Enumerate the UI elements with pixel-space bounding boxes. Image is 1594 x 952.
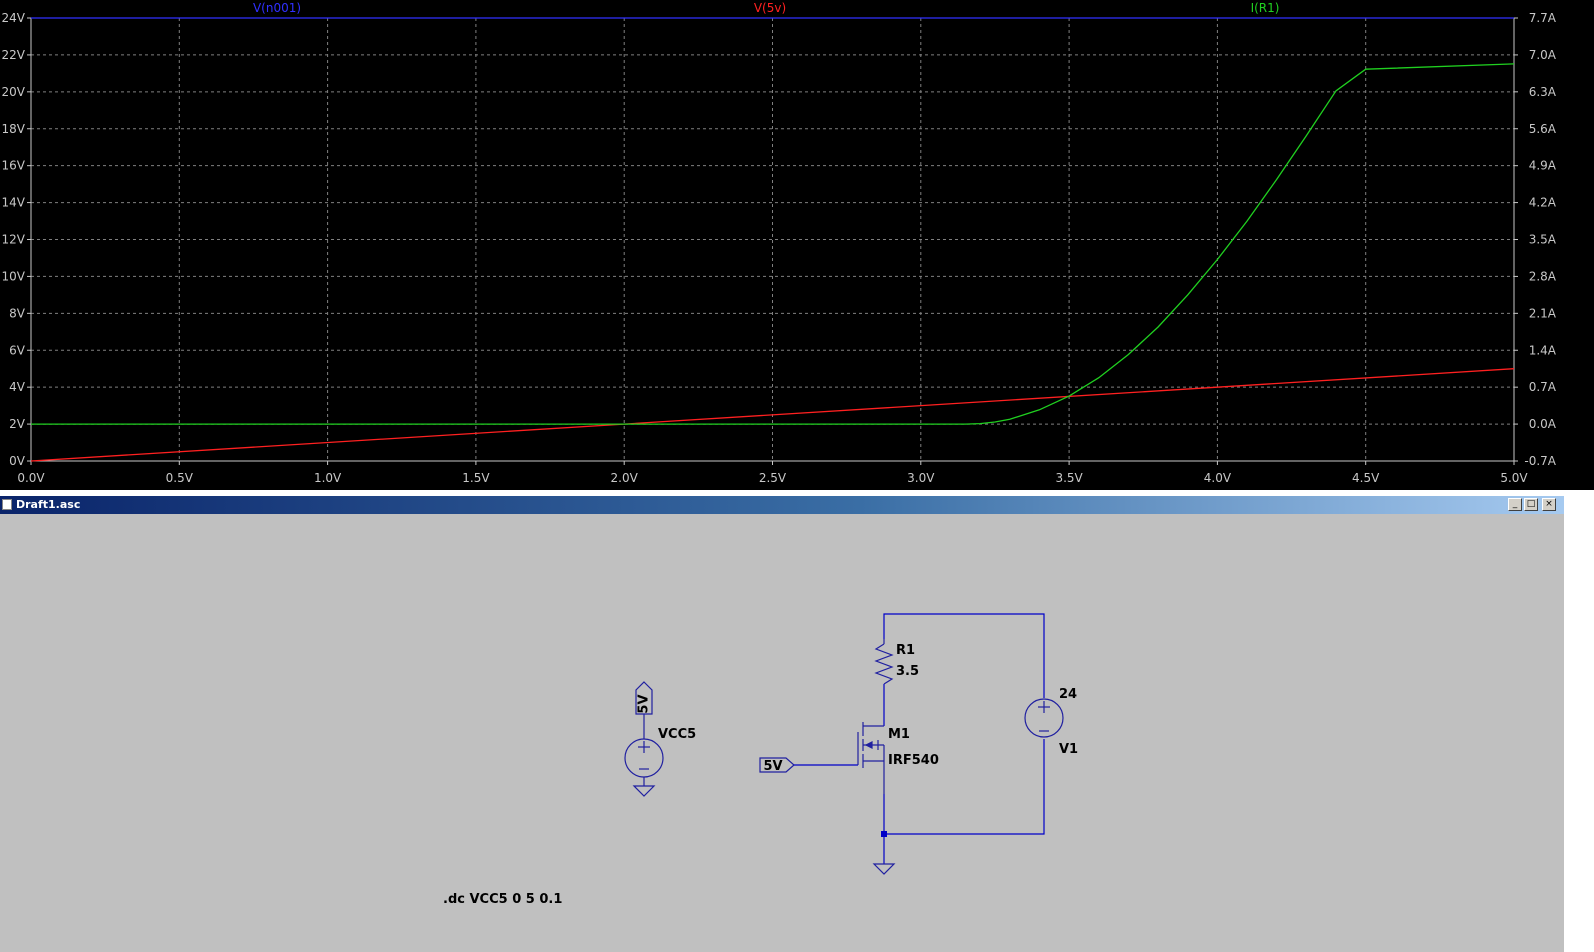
schematic-drawing[interactable]: 5V VCC5 5V R1 3.5 M1 IRF540 24 V1 .dc VC… (0, 514, 1564, 952)
vcc5-voltage-source[interactable] (624, 714, 664, 786)
y-left-tick-label: 20V (2, 85, 26, 99)
v1-voltage-source[interactable] (1024, 698, 1064, 738)
trace-label-ir1[interactable]: I(R1) (1251, 1, 1280, 15)
waveform-plot[interactable]: 0.0V 0.5V 1.0V 1.5V 2.0V 2.5V 3.0V 3.5V 4.0V 4.5V… (0, 0, 1594, 490)
x-tick-label: 2.0V (611, 471, 639, 485)
y-right-tick-label: 4.9A (1529, 159, 1557, 173)
y-right-tick-label: 3.5A (1529, 233, 1557, 247)
y-right-tick-label: 5.6A (1529, 122, 1557, 136)
minimize-button[interactable]: _ (1508, 498, 1522, 511)
y-left-tick-label: 6V (9, 343, 26, 357)
x-tick-label: 0.5V (166, 471, 194, 485)
y-left-tick-label: 12V (2, 233, 26, 247)
y-right-tick-label: 4.2A (1529, 196, 1557, 210)
y-left-tick-label: 4V (9, 380, 26, 394)
mosfet-m1[interactable] (857, 722, 885, 794)
x-tick-label: 3.5V (1055, 471, 1083, 485)
y-left-tick-label: 0V (9, 454, 26, 468)
x-tick-label: 1.0V (314, 471, 342, 485)
ground-icon (872, 863, 896, 875)
v1-value-label[interactable]: 24 (1059, 687, 1077, 702)
plot-grid (31, 18, 1514, 461)
r1-name-label: R1 (896, 643, 915, 658)
y-left-tick-label: 18V (2, 122, 26, 136)
y-left-tick-label: 22V (2, 48, 26, 62)
y-right-tick-label: 2.8A (1529, 269, 1557, 283)
spice-directive[interactable]: .dc VCC5 0 5 0.1 (443, 892, 562, 907)
x-tick-label: 3.0V (907, 471, 935, 485)
y-right-tick-label: 0.0A (1529, 417, 1557, 431)
schematic-file-icon (2, 499, 12, 510)
vcc5-ground-icon (632, 785, 656, 797)
schematic-canvas[interactable]: 5V VCC5 5V R1 3.5 M1 IRF540 24 V1 .dc VC… (0, 514, 1564, 952)
trace-label-v5v[interactable]: V(5v) (754, 1, 786, 15)
junction-dot (881, 831, 887, 837)
x-tick-label: 5.0V (1500, 471, 1528, 485)
y-left-tick-label: 2V (9, 417, 26, 431)
x-tick-label: 1.5V (462, 471, 490, 485)
close-button[interactable]: × (1542, 498, 1556, 511)
m1-model-label[interactable]: IRF540 (888, 753, 939, 768)
y-right-tick-label: 2.1A (1529, 306, 1557, 320)
window-edge (1564, 490, 1594, 952)
y-left-tick-label: 14V (2, 196, 26, 210)
x-tick-label: 4.0V (1204, 471, 1232, 485)
y-left-tick-label: 24V (2, 11, 26, 25)
y-right-tick-label: 7.7A (1529, 11, 1557, 25)
vcc5-source-label[interactable]: VCC5 (658, 727, 696, 742)
trace-v5v (30, 368, 1515, 462)
m1-name-label: M1 (888, 727, 910, 742)
y-left-tick-label: 8V (9, 306, 26, 320)
y-left-tick-label: 16V (2, 159, 26, 173)
x-tick-label: 0.0V (17, 471, 45, 485)
y-right-tick-label: 7.0A (1529, 48, 1557, 62)
restore-button[interactable]: □ (1524, 498, 1538, 511)
gate-netflag-label: 5V (763, 759, 782, 774)
y-right-tick-label: 6.3A (1529, 85, 1557, 99)
trace-label-vn001[interactable]: V(n001) (253, 1, 301, 15)
schematic-window-titlebar[interactable]: Draft1.asc _ □ × (0, 496, 1564, 514)
v1-name-label: V1 (1059, 742, 1078, 757)
y-left-tick-label: 10V (2, 269, 26, 283)
y-right-tick-label: 0.7A (1529, 380, 1557, 394)
x-tick-label: 2.5V (759, 471, 787, 485)
trace-ir1 (31, 63, 1515, 425)
x-tick-label: 4.5V (1352, 471, 1380, 485)
vcc5-netflag-label: 5V (637, 694, 652, 713)
y-right-tick-label: -0.7A (1524, 454, 1556, 468)
y-right-tick-label: 1.4A (1529, 343, 1557, 357)
resistor-r1[interactable] (874, 639, 894, 685)
window-title: Draft1.asc (16, 498, 81, 511)
waveform-plot-pane[interactable]: 0.0V 0.5V 1.0V 1.5V 2.0V 2.5V 3.0V 3.5V 4.0V 4.5V… (0, 0, 1594, 490)
r1-value-label[interactable]: 3.5 (896, 664, 919, 679)
wires (794, 613, 1045, 864)
